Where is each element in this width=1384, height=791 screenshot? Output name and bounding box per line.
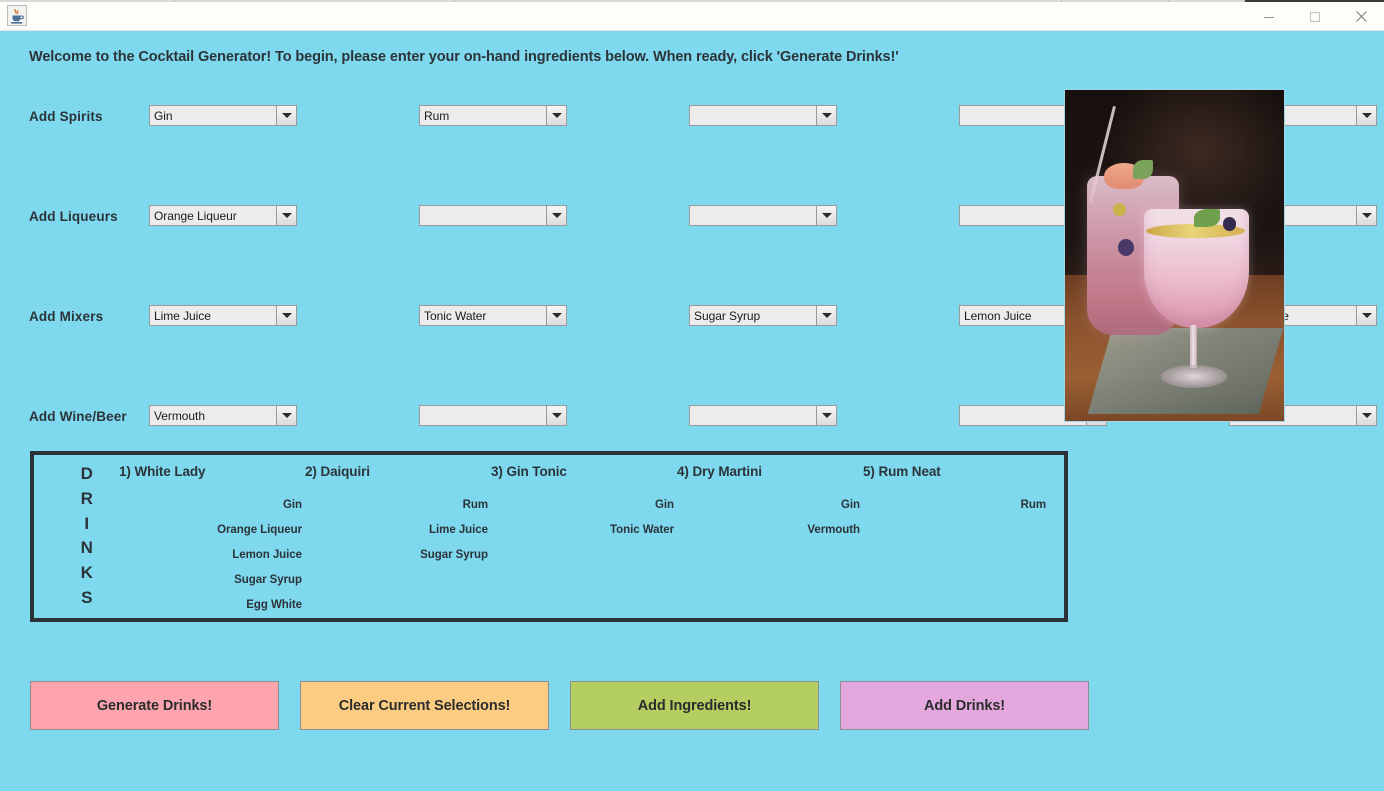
chevron-down-icon[interactable] <box>1356 206 1376 225</box>
drink-ingredient: Gin <box>840 499 860 511</box>
drink-ingredient: Tonic Water <box>610 524 674 536</box>
wine-beer-combo-1[interactable]: Vermouth <box>149 405 297 426</box>
liqueurs-combo-2-value <box>420 206 546 225</box>
drink-ingredient-list: Gin Vermouth <box>677 493 863 543</box>
drink-column: 5) Rum Neat Rum <box>863 464 1049 618</box>
action-button-row: Generate Drinks! Clear Current Selection… <box>30 681 1089 730</box>
drink-column: 1) White Lady Gin Orange Liqueur Lemon J… <box>119 464 305 618</box>
drink-title: 3) Gin Tonic <box>491 464 567 479</box>
chevron-down-icon[interactable] <box>816 206 836 225</box>
mixers-combo-2[interactable]: Tonic Water <box>419 305 567 326</box>
row-label-spirits: Add Spirits <box>29 109 103 124</box>
drinks-letter: R <box>80 488 94 508</box>
wine-beer-combo-3-value <box>690 406 816 425</box>
mixers-combo-1-value: Lime Juice <box>154 308 211 323</box>
chevron-down-icon[interactable] <box>816 106 836 125</box>
welcome-message: Welcome to the Cocktail Generator! To be… <box>29 49 899 65</box>
drink-ingredient-list: Gin Orange Liqueur Lemon Juice Sugar Syr… <box>119 493 305 618</box>
drinks-letter: I <box>84 513 90 533</box>
java-coffee-cup-icon <box>7 5 27 26</box>
chevron-down-icon[interactable] <box>546 306 566 325</box>
spirits-combo-3-value <box>690 106 816 125</box>
drink-ingredient: Lime Juice <box>429 524 488 536</box>
wine-beer-combo-1-value: Vermouth <box>154 408 205 423</box>
drink-ingredient: Gin <box>282 499 302 511</box>
liqueurs-combo-1-value: Orange Liqueur <box>154 208 237 223</box>
wine-beer-combo-2-value <box>420 406 546 425</box>
drink-column: 4) Dry Martini Gin Vermouth <box>677 464 863 618</box>
chevron-down-icon[interactable] <box>546 206 566 225</box>
drink-ingredient: Sugar Syrup <box>234 574 302 586</box>
maximize-button[interactable] <box>1292 2 1338 31</box>
row-label-wine-beer: Add Wine/Beer <box>29 409 127 424</box>
spirits-combo-3[interactable] <box>689 105 837 126</box>
wine-beer-combo-2[interactable] <box>419 405 567 426</box>
drink-ingredient: Egg White <box>246 599 302 611</box>
drinks-letter: S <box>81 587 93 607</box>
add-ingredients-button[interactable]: Add Ingredients! <box>570 681 819 730</box>
drink-ingredient: Lemon Juice <box>232 549 302 561</box>
drink-ingredient-list: Gin Tonic Water <box>491 493 677 543</box>
liqueurs-combo-3-value <box>690 206 816 225</box>
drinks-letter: K <box>80 563 94 583</box>
row-label-liqueurs: Add Liqueurs <box>29 209 118 224</box>
mixers-combo-3-value: Sugar Syrup <box>694 308 761 323</box>
liqueurs-combo-1[interactable]: Orange Liqueur <box>149 205 297 226</box>
spirits-combo-1-value: Gin <box>154 108 173 123</box>
chevron-down-icon[interactable] <box>276 406 296 425</box>
chevron-down-icon[interactable] <box>816 306 836 325</box>
spirits-combo-2-value: Rum <box>424 108 450 123</box>
drink-ingredient: Rum <box>1020 499 1046 511</box>
drink-ingredient: Rum <box>462 499 488 511</box>
drink-ingredient: Orange Liqueur <box>217 524 302 536</box>
close-button[interactable] <box>1338 2 1384 31</box>
generate-drinks-button[interactable]: Generate Drinks! <box>30 681 279 730</box>
application-window: Welcome to the Cocktail Generator! To be… <box>0 0 1384 791</box>
drinks-columns: 1) White Lady Gin Orange Liqueur Lemon J… <box>119 464 1049 618</box>
cocktail-photo <box>1064 89 1285 422</box>
main-content: Welcome to the Cocktail Generator! To be… <box>0 31 1384 791</box>
chevron-down-icon[interactable] <box>1356 306 1376 325</box>
liqueurs-combo-2[interactable] <box>419 205 567 226</box>
drink-column: 3) Gin Tonic Gin Tonic Water <box>491 464 677 618</box>
chevron-down-icon[interactable] <box>1356 106 1376 125</box>
title-bar-top-edge <box>0 0 1384 2</box>
title-bar <box>0 0 1384 31</box>
add-drinks-button[interactable]: Add Drinks! <box>840 681 1089 730</box>
minimize-button[interactable] <box>1246 2 1292 31</box>
drink-title: 2) Daiquiri <box>305 464 370 479</box>
drink-title: 1) White Lady <box>119 464 206 479</box>
drinks-vertical-label: D R I N K S <box>74 462 100 611</box>
chevron-down-icon[interactable] <box>276 206 296 225</box>
drink-column: 2) Daiquiri Rum Lime Juice Sugar Syrup <box>305 464 491 618</box>
wine-beer-combo-3[interactable] <box>689 405 837 426</box>
liqueurs-combo-3[interactable] <box>689 205 837 226</box>
row-label-mixers: Add Mixers <box>29 309 104 324</box>
drink-ingredient: Vermouth <box>807 524 860 536</box>
drinks-results-panel: D R I N K S 1) White Lady Gin Orange Liq… <box>30 451 1068 622</box>
spirits-combo-2[interactable]: Rum <box>419 105 567 126</box>
chevron-down-icon[interactable] <box>276 106 296 125</box>
spirits-combo-1[interactable]: Gin <box>149 105 297 126</box>
chevron-down-icon[interactable] <box>276 306 296 325</box>
drink-ingredient: Gin <box>654 499 674 511</box>
drinks-letter: N <box>80 538 94 558</box>
drink-title: 4) Dry Martini <box>677 464 762 479</box>
drink-ingredient-list: Rum <box>863 493 1049 518</box>
chevron-down-icon[interactable] <box>546 106 566 125</box>
mixers-combo-3[interactable]: Sugar Syrup <box>689 305 837 326</box>
window-controls <box>1246 2 1384 31</box>
mixers-combo-2-value: Tonic Water <box>424 308 487 323</box>
mixers-combo-1[interactable]: Lime Juice <box>149 305 297 326</box>
drinks-letter: D <box>80 464 94 483</box>
chevron-down-icon[interactable] <box>1356 406 1376 425</box>
drink-ingredient: Sugar Syrup <box>420 549 488 561</box>
drink-ingredient-list: Rum Lime Juice Sugar Syrup <box>305 493 491 568</box>
clear-selections-button[interactable]: Clear Current Selections! <box>300 681 549 730</box>
chevron-down-icon[interactable] <box>816 406 836 425</box>
chevron-down-icon[interactable] <box>546 406 566 425</box>
drink-title: 5) Rum Neat <box>863 464 941 479</box>
